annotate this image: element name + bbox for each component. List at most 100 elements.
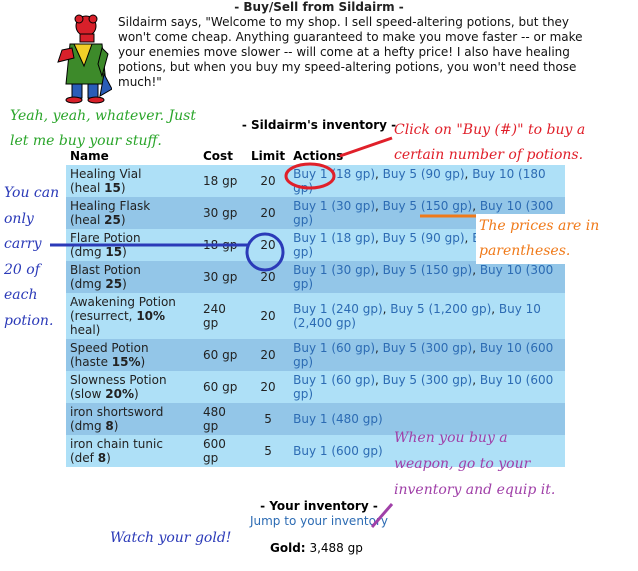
item-stat-prefix: (haste: [70, 355, 112, 369]
item-limit: 20: [247, 197, 290, 229]
buy-button[interactable]: Buy 1 (18 gp): [293, 231, 375, 245]
item-stat-prefix: (slow: [70, 387, 106, 401]
item-name: iron shortsword: [70, 405, 164, 419]
buy-button[interactable]: Buy 1 (30 gp): [293, 263, 375, 277]
buy-button[interactable]: Buy 1 (60 gp): [293, 341, 375, 355]
annotation-line: When you buy a: [394, 430, 508, 446]
buy-button[interactable]: Buy 5 (300 gp): [383, 373, 473, 387]
annotation-line: carry: [4, 236, 42, 252]
item-stat-prefix: (def: [70, 451, 98, 465]
buy-button[interactable]: Buy 5 (1,200 gp): [390, 302, 491, 316]
buy-button[interactable]: Buy 1 (30 gp): [293, 199, 375, 213]
table-row: Awakening Potion (resurrect, 10% heal) 240…: [66, 293, 566, 339]
annotation-line: only: [4, 210, 34, 227]
item-cost: 480 gp: [199, 403, 247, 435]
item-name-cell: Awakening Potion (resurrect, 10% heal): [66, 293, 199, 339]
gold-label: Gold:: [270, 541, 306, 555]
table-row: Blast Potion (dmg 25) 30 gp 20 Buy 1 (30 gp)…: [66, 261, 566, 293]
item-stat-value: 25: [104, 213, 121, 227]
item-name-cell: Healing Flask (heal 25): [66, 197, 199, 229]
item-name-cell: Flare Potion (dmg 15): [66, 229, 199, 261]
item-stat-value: 15%: [111, 355, 141, 369]
annotation-carry: You can only carry 20 of each potion.: [4, 181, 59, 334]
item-stat-suffix: ): [133, 387, 139, 401]
table-row: Slowness Potion (slow 20%) 60 gp 20 Buy 1 (6…: [66, 371, 566, 403]
buy-button[interactable]: Buy 1 (18 gp): [293, 167, 375, 181]
item-stat-suffix: ): [120, 213, 126, 227]
buy-button[interactable]: Buy 1 (600 gp): [293, 444, 383, 458]
annotation-line: let me buy your stuff.: [10, 133, 162, 149]
item-cost: 18 gp: [199, 229, 247, 261]
item-actions: Buy 1 (60 gp), Buy 5 (300 gp), Buy 10 (6…: [289, 339, 566, 371]
item-cost: 30 gp: [199, 197, 247, 229]
item-name: Blast Potion: [70, 263, 141, 277]
item-stat-prefix: (heal: [70, 213, 105, 227]
table-row: Healing Vial (heal 15) 18 gp 20 Buy 1 (18 gp…: [66, 165, 566, 197]
page-title: - Buy/Sell from Sildairm -: [234, 0, 404, 14]
annotation-line: 20 of: [4, 261, 40, 278]
buy-button[interactable]: Buy 1 (240 gp): [293, 302, 383, 316]
buy-button[interactable]: Buy 1 (60 gp): [293, 373, 375, 387]
item-limit: 20: [247, 339, 290, 371]
annotation-line: The prices are in: [479, 218, 600, 234]
annotation-line: You can: [4, 185, 60, 201]
item-name-cell: Slowness Potion (slow 20%): [66, 371, 199, 403]
buy-button[interactable]: Buy 5 (90 gp): [383, 167, 465, 181]
annotation-line: Yeah, yeah, whatever. Just: [10, 108, 196, 124]
item-limit: 20: [247, 371, 290, 403]
item-stat-prefix: (dmg: [70, 245, 106, 259]
buy-button[interactable]: Buy 5 (150 gp): [383, 199, 473, 213]
gold-value: 3,488 gp: [309, 541, 363, 555]
item-name: Healing Flask: [70, 199, 151, 213]
item-cost: 240 gp: [199, 293, 247, 339]
jump-to-inventory-link[interactable]: Jump to your inventory: [0, 514, 638, 528]
annotation-line: Click on "Buy (#)" to buy a: [394, 122, 586, 138]
item-name: iron chain tunic: [70, 437, 163, 451]
item-stat-suffix: ): [106, 451, 111, 465]
item-actions: Buy 1 (18 gp), Buy 5 (90 gp), Buy 10 (18…: [289, 165, 566, 197]
item-stat-suffix: ): [122, 277, 127, 291]
item-stat-value: 15: [105, 245, 123, 259]
item-actions: Buy 1 (30 gp), Buy 5 (150 gp), Buy 10 (3…: [289, 261, 566, 293]
item-cost: 30 gp: [199, 261, 247, 293]
separator: ,: [472, 263, 480, 277]
annotation-line: weapon, go to your: [394, 456, 531, 472]
item-cost: 18 gp: [199, 165, 247, 197]
item-limit: 20: [247, 261, 290, 293]
buy-button[interactable]: Buy 1 (480 gp): [293, 412, 383, 426]
separator: ,: [375, 199, 383, 213]
column-header: Limit: [247, 147, 290, 165]
buy-button[interactable]: Buy 5 (90 gp): [383, 231, 465, 245]
buy-button[interactable]: Buy 5 (150 gp): [383, 263, 473, 277]
annotation-line: inventory and equip it.: [394, 482, 556, 498]
item-stat-suffix: heal): [70, 323, 101, 337]
annotation-line: each: [4, 287, 38, 303]
separator: ,: [491, 302, 499, 316]
item-limit: 5: [247, 403, 290, 435]
annotation-gold: Watch your gold!: [110, 530, 232, 546]
buy-button[interactable]: Buy 5 (300 gp): [383, 341, 473, 355]
annotation-yeah: Yeah, yeah, whatever. Just let me buy yo…: [10, 104, 196, 154]
column-header: Cost: [199, 147, 247, 165]
separator: ,: [375, 167, 383, 181]
separator: ,: [375, 263, 383, 277]
item-name: Awakening Potion: [70, 295, 176, 309]
annotation-line: certain number of potions.: [394, 147, 584, 163]
table-row: Speed Potion (haste 15%) 60 gp 20 Buy 1 (60 …: [66, 339, 566, 371]
item-stat-prefix: (heal: [70, 181, 105, 195]
gold-display: Gold: 3,488 gp: [270, 541, 363, 555]
item-stat-suffix: ): [122, 245, 127, 259]
item-stat-prefix: (dmg: [70, 419, 106, 433]
separator: ,: [375, 341, 383, 355]
shopkeeper-avatar: [57, 14, 112, 104]
item-limit: 20: [247, 293, 290, 339]
item-name-cell: iron shortsword (dmg 8): [66, 403, 199, 435]
annotation-line: parentheses.: [479, 243, 571, 259]
item-stat-value: 10%: [136, 309, 166, 323]
separator: ,: [472, 373, 480, 387]
annotation-prices: The prices are in parentheses.: [476, 214, 603, 264]
item-cost: 60 gp: [199, 339, 247, 371]
item-stat-suffix: ): [140, 355, 146, 369]
item-limit: 20: [247, 229, 290, 261]
item-name: Healing Vial: [70, 167, 142, 181]
